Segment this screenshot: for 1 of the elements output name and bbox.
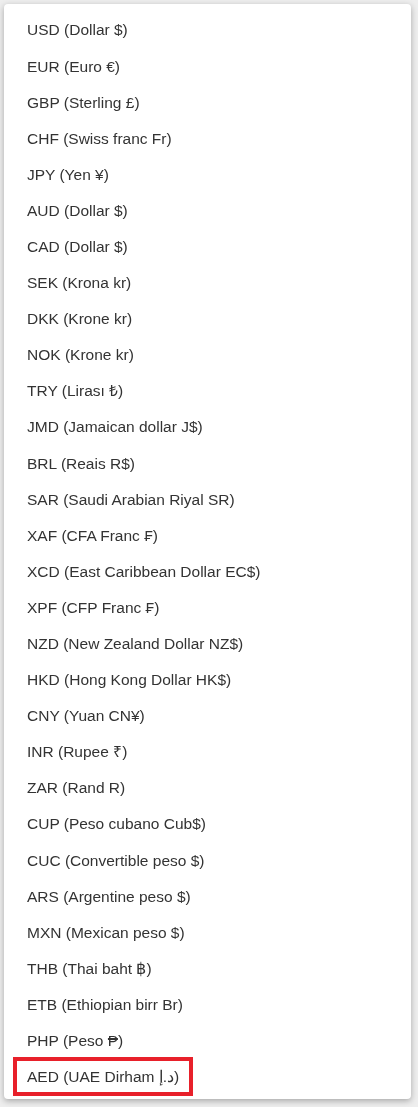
currency-option[interactable]: AED (UAE Dirham د.إ) bbox=[13, 1057, 194, 1097]
